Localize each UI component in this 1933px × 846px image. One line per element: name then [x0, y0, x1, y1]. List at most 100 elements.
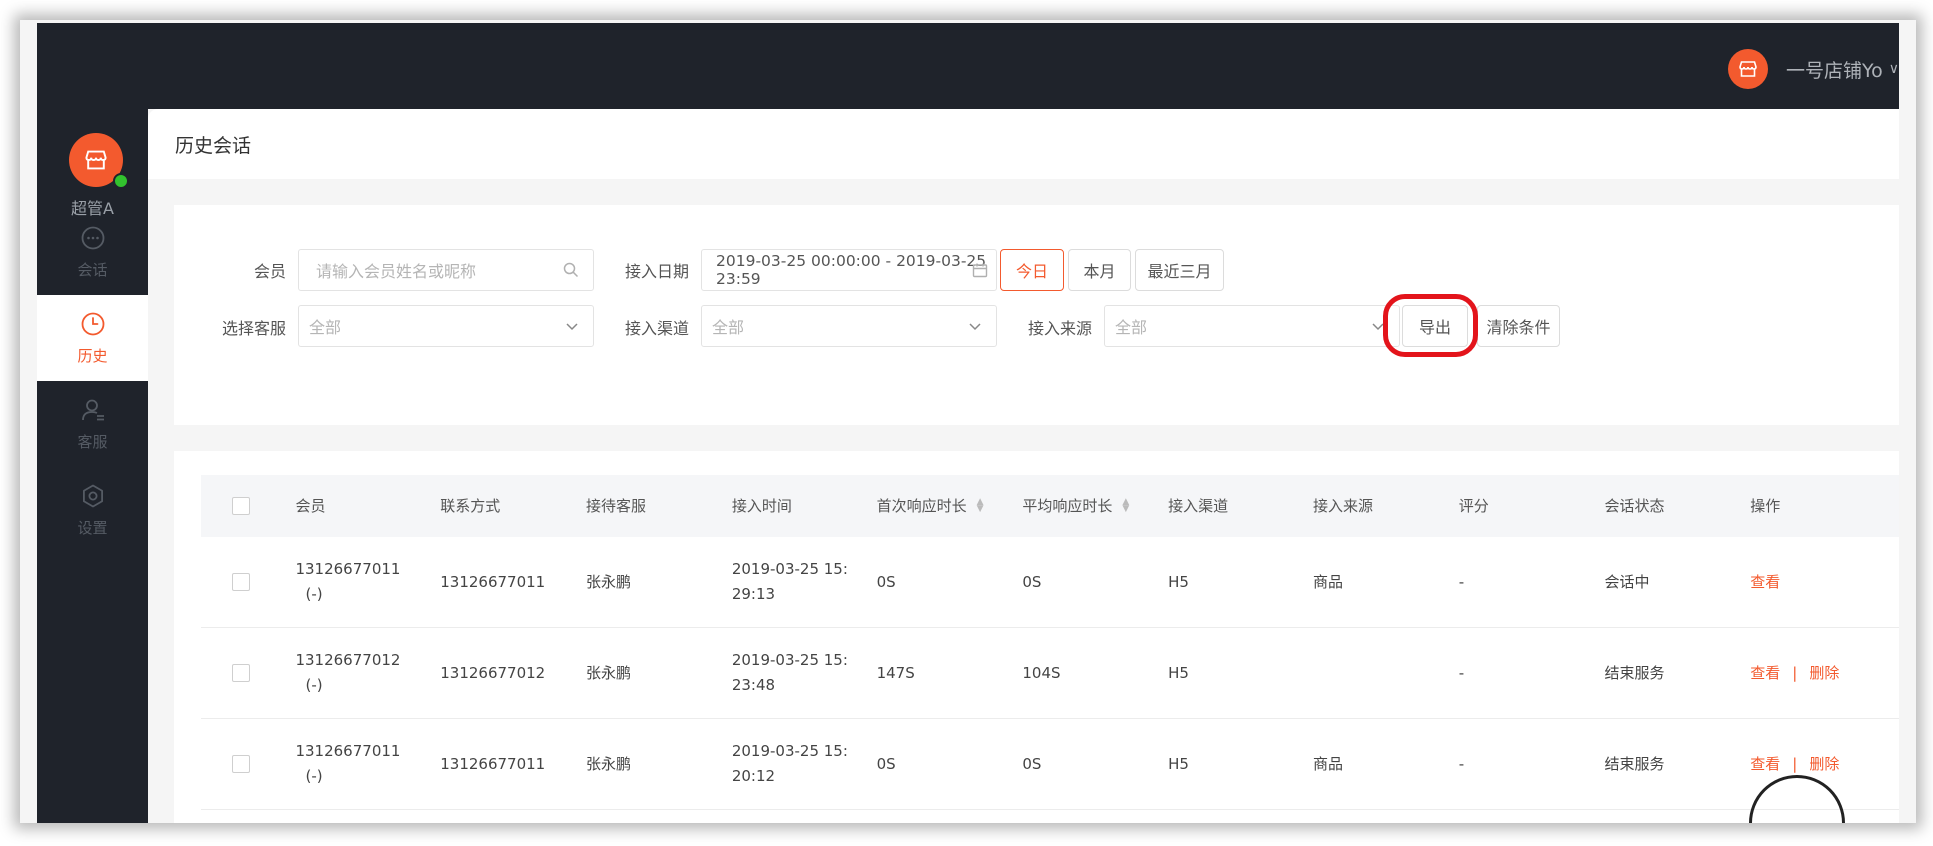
column-header-label: 首次响应时长 [876, 496, 967, 515]
channel-cell: H5 [1168, 572, 1189, 591]
sidebar-item-settings[interactable]: 设置 [37, 467, 148, 553]
column-header: 接待客服 [586, 496, 647, 515]
time-line-2: 23:48 [731, 676, 776, 694]
row-select-cell [201, 573, 295, 591]
actions-cell: 查看 [1750, 570, 1899, 595]
row-select-cell [201, 664, 295, 682]
column-header-first-response[interactable]: 首次响应时长 ▲ ▼ [877, 494, 1023, 519]
delete-link[interactable]: 删除 [1809, 664, 1839, 682]
sidebar-item-chat[interactable]: 会话 [37, 209, 148, 295]
member-cell: 13126677012 (-) [295, 648, 440, 698]
sidebar-item-label: 会话 [77, 260, 108, 279]
last-three-months-button[interactable]: 最近三月 [1135, 249, 1224, 291]
member-label: 会员 [253, 262, 286, 281]
chevron-down-icon [968, 318, 982, 337]
row-checkbox[interactable] [232, 755, 250, 773]
avg-response-cell: 0S [1022, 572, 1042, 591]
source-select[interactable]: 全部 [1104, 305, 1400, 347]
score-cell: - [1458, 663, 1465, 682]
contact-cell: 13126677012 [440, 663, 546, 682]
sidebar-item-label: 设置 [77, 518, 108, 537]
time-line-1: 2019-03-25 15: [731, 742, 848, 760]
score-cell: - [1458, 754, 1465, 773]
source-cell: 商品 [1312, 754, 1343, 773]
delete-link[interactable]: 删除 [1809, 755, 1839, 773]
agent-select-value: 全部 [309, 318, 342, 337]
main-content: 历史会话 会员 请输入会员姓名或昵称 接入日期 2019-03-25 00:00… [148, 109, 1899, 823]
agent-label: 选择客服 [221, 319, 286, 338]
chevron-down-icon: ∨ [1888, 61, 1899, 77]
channel-select[interactable]: 全部 [701, 305, 997, 347]
sidebar-item-service[interactable]: 客服 [37, 381, 148, 467]
agent-cell: 张永鹏 [586, 572, 632, 591]
first-response-cell: 0S [876, 572, 896, 591]
status-cell: 结束服务 [1604, 754, 1665, 773]
agent-select[interactable]: 全部 [298, 305, 594, 347]
source-label: 接入来源 [1027, 319, 1092, 338]
chevron-down-icon [565, 318, 579, 337]
this-month-button[interactable]: 本月 [1068, 249, 1131, 291]
column-header: 会员 [295, 496, 326, 515]
channel-cell: H5 [1168, 754, 1189, 773]
contact-cell: 13126677011 [440, 754, 546, 773]
time-cell: 2019-03-25 15: 29:13 [732, 557, 877, 607]
status-cell: 结束服务 [1604, 663, 1665, 682]
filter-panel: 会员 请输入会员姓名或昵称 接入日期 2019-03-25 00:00:00 -… [174, 205, 1899, 425]
export-highlight-annotation [1383, 294, 1478, 357]
avatar[interactable] [69, 133, 129, 189]
select-all-cell [201, 497, 295, 515]
table-row: 13126677012 (-) 13126677012 张永鹏 2019-03-2… [201, 628, 1899, 719]
store-switcher[interactable]: 一号店铺Yo ∨ [1728, 49, 1899, 89]
actions-cell: 查看 | 删除 [1750, 752, 1899, 777]
clear-filters-button[interactable]: 清除条件 [1477, 305, 1560, 347]
avg-response-cell: 0S [1022, 754, 1042, 773]
column-header: 接入时间 [731, 496, 792, 515]
sessions-table-card: 会员 联系方式 接待客服 接入时间 首次响应时长 ▲ ▼ 平均响应时长 ▲ ▼ 接入渠道… [174, 451, 1899, 823]
member-sub: (-) [305, 585, 323, 603]
row-checkbox[interactable] [232, 573, 250, 591]
member-sub: (-) [305, 676, 323, 694]
store-name: 一号店铺Yo [1786, 59, 1883, 82]
avg-response-cell: 104S [1022, 663, 1061, 682]
member-sub: (-) [305, 767, 323, 785]
status-cell: 会话中 [1604, 572, 1650, 591]
table-header: 会员 联系方式 接待客服 接入时间 首次响应时长 ▲ ▼ 平均响应时长 ▲ ▼ 接入渠道… [201, 475, 1899, 537]
date-label: 接入日期 [624, 262, 689, 281]
member-search-placeholder: 请输入会员姓名或昵称 [316, 262, 477, 281]
source-select-value: 全部 [1115, 318, 1148, 337]
time-line-2: 29:13 [731, 585, 776, 603]
view-link[interactable]: 查看 [1750, 573, 1780, 591]
member-id: 13126677012 [295, 651, 401, 669]
today-button[interactable]: 今日 [1000, 249, 1064, 291]
online-status-dot [113, 173, 129, 189]
table-row: 13126677011 (-) 13126677011 张永鹏 2019-03-2… [201, 719, 1899, 810]
calendar-icon [972, 262, 988, 282]
view-link[interactable]: 查看 [1750, 664, 1780, 682]
member-search-input[interactable]: 请输入会员姓名或昵称 [298, 249, 594, 291]
time-line-1: 2019-03-25 15: [731, 651, 848, 669]
row-checkbox[interactable] [232, 664, 250, 682]
view-link[interactable]: 查看 [1750, 755, 1780, 773]
first-response-cell: 0S [876, 754, 896, 773]
select-all-checkbox[interactable] [232, 497, 250, 515]
column-header: 接入来源 [1312, 496, 1373, 515]
column-header: 评分 [1458, 496, 1489, 515]
date-range-value: 2019-03-25 00:00:00 - 2019-03-25 23:59 [716, 252, 987, 288]
user-service-icon [81, 399, 104, 420]
member-cell: 13126677011 (-) [295, 557, 440, 607]
sessions-table: 会员 联系方式 接待客服 接入时间 首次响应时长 ▲ ▼ 平均响应时长 ▲ ▼ 接入渠道… [201, 475, 1899, 810]
sidebar-item-history[interactable]: 历史 [37, 295, 148, 381]
column-header-label: 平均响应时长 [1022, 496, 1113, 515]
column-header-avg-response[interactable]: 平均响应时长 ▲ ▼ [1022, 494, 1168, 519]
sort-icon[interactable]: ▲ ▼ [977, 498, 984, 514]
page-header: 历史会话 [148, 109, 1899, 179]
sidebar-item-label: 客服 [77, 432, 108, 451]
first-response-cell: 147S [876, 663, 915, 682]
date-range-picker[interactable]: 2019-03-25 00:00:00 - 2019-03-25 23:59 [701, 249, 997, 291]
time-line-2: 20:12 [731, 767, 776, 785]
contact-cell: 13126677011 [440, 572, 546, 591]
channel-cell: H5 [1168, 663, 1189, 682]
page-title: 历史会话 [175, 135, 252, 157]
sort-icon[interactable]: ▲ ▼ [1122, 498, 1129, 514]
agent-cell: 张永鹏 [586, 663, 632, 682]
